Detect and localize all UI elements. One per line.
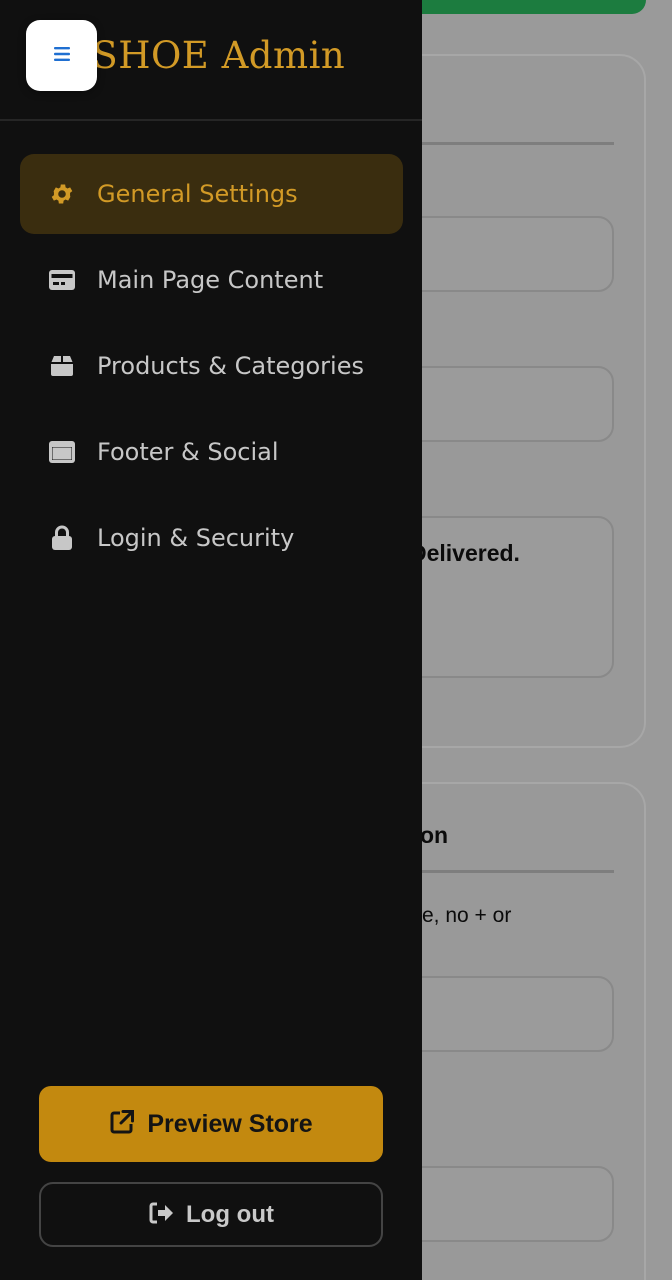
brand-title: RSHOE Admin <box>64 34 346 77</box>
external-link-icon <box>109 1109 135 1139</box>
background-card-heading: on <box>420 822 449 848</box>
logout-label: Log out <box>186 1200 274 1228</box>
preview-store-button[interactable]: Preview Store <box>39 1086 383 1162</box>
nav-label-login-security: Login & Security <box>97 524 295 552</box>
card-layout-icon <box>48 266 76 294</box>
menu-toggle-button[interactable] <box>26 20 97 91</box>
window-icon <box>48 438 76 466</box>
admin-page: Delivered. on e, no + or RSHOE Admin Gen… <box>0 0 672 1280</box>
nav-item-products-categories[interactable]: Products & Categories <box>20 326 403 406</box>
nav-item-main-page-content[interactable]: Main Page Content <box>20 240 403 320</box>
nav-item-footer-social[interactable]: Footer & Social <box>20 412 403 492</box>
preview-store-label: Preview Store <box>147 1109 313 1138</box>
sidebar-nav: General Settings Main Page Content Produ… <box>20 154 403 584</box>
nav-label-footer-social: Footer & Social <box>97 438 279 466</box>
sign-out-icon <box>148 1201 174 1229</box>
drawer-header: RSHOE Admin <box>0 0 422 121</box>
gear-icon <box>48 180 76 208</box>
box-icon <box>48 352 76 380</box>
nav-item-general-settings[interactable]: General Settings <box>20 154 403 234</box>
nav-label-main-page-content: Main Page Content <box>97 266 324 294</box>
lock-icon <box>48 524 76 552</box>
navigation-drawer: RSHOE Admin General Settings Main Page C… <box>0 0 422 1280</box>
nav-label-products-categories: Products & Categories <box>97 352 364 380</box>
nav-item-login-security[interactable]: Login & Security <box>20 498 403 578</box>
background-field-value: Delivered. <box>410 540 520 566</box>
hamburger-icon <box>53 46 70 65</box>
nav-label-general-settings: General Settings <box>97 180 298 208</box>
logout-button[interactable]: Log out <box>39 1182 383 1247</box>
background-help-text: e, no + or <box>422 904 512 927</box>
